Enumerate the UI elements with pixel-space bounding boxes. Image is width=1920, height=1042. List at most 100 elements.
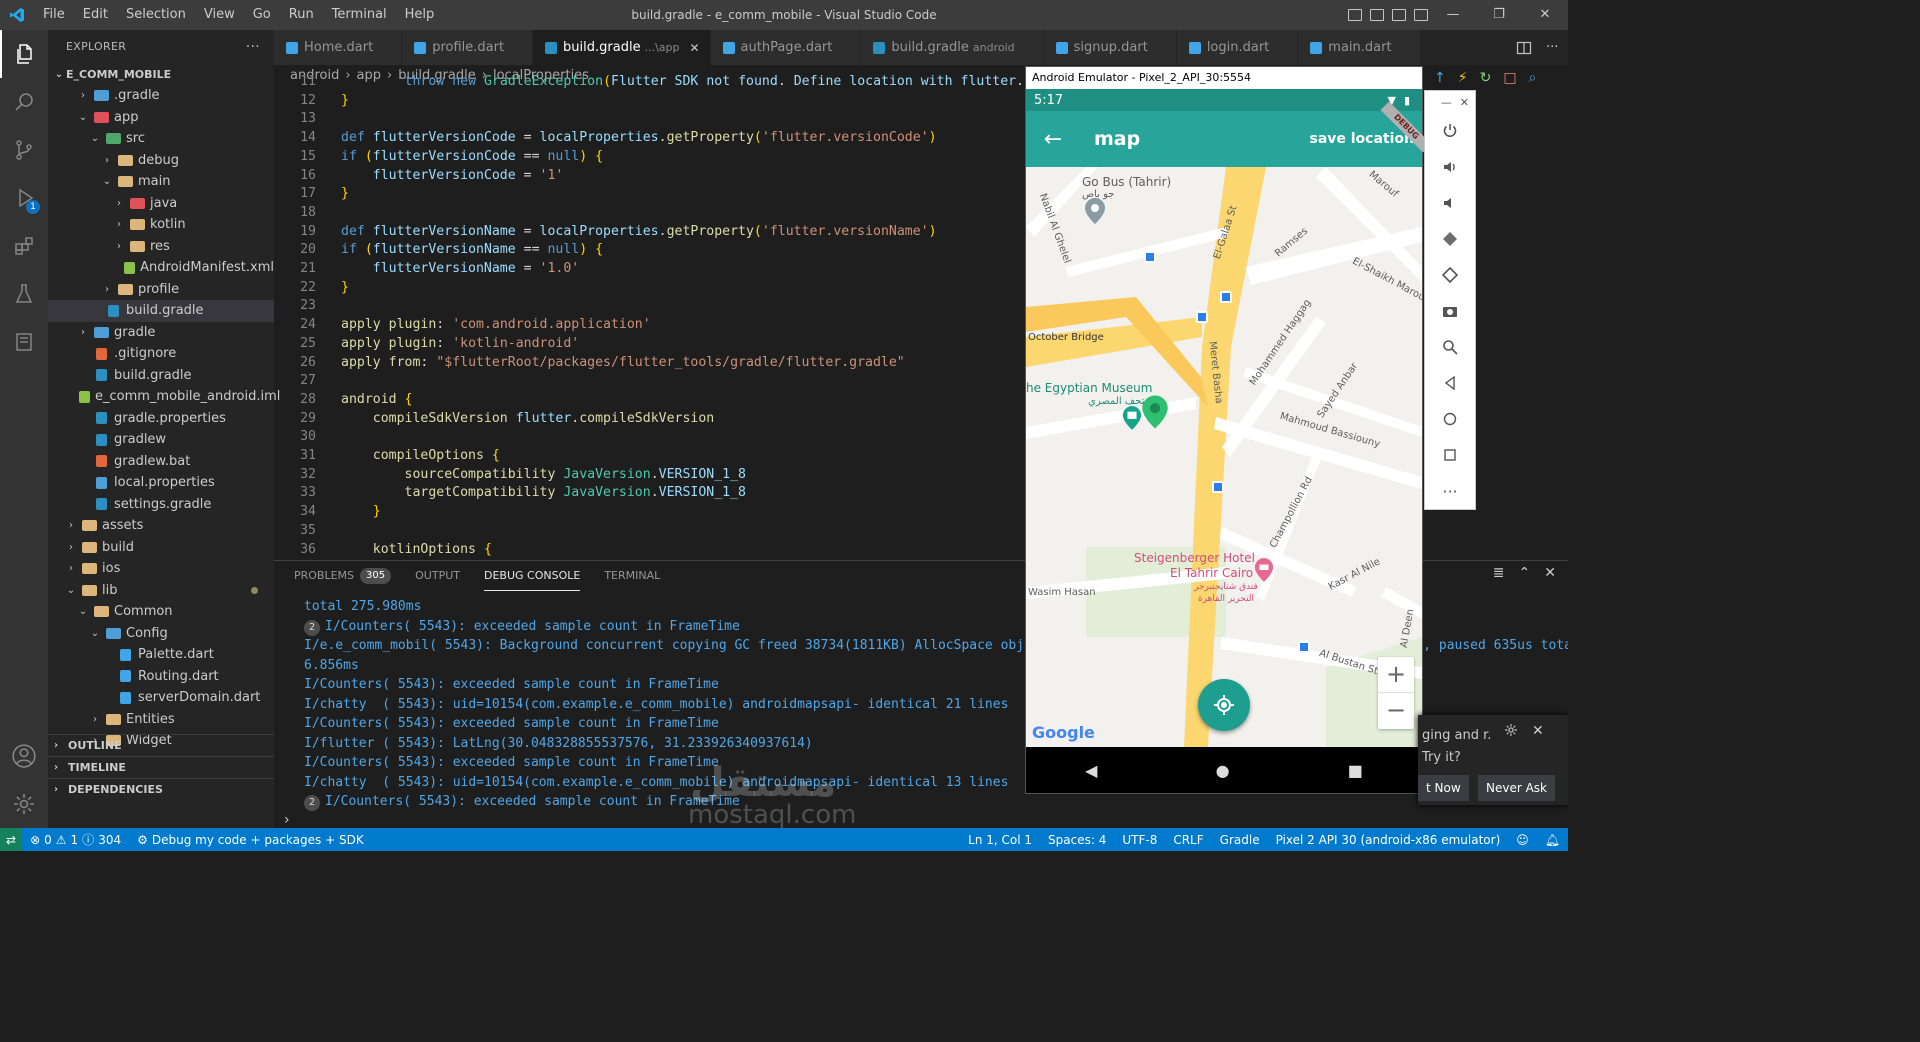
- tree-item[interactable]: Palette.dart: [48, 644, 274, 666]
- editor-tab[interactable]: main.dart: [1298, 30, 1421, 65]
- manage-gear-icon[interactable]: [0, 780, 48, 828]
- zoom-in-button[interactable]: +: [1378, 657, 1414, 693]
- testing-icon[interactable]: [0, 270, 48, 318]
- tree-item[interactable]: Routing.dart: [48, 666, 274, 688]
- menu-run[interactable]: Run: [280, 0, 323, 30]
- selected-location-marker-icon[interactable]: [1141, 393, 1169, 431]
- menu-go[interactable]: Go: [244, 0, 280, 30]
- tree-item[interactable]: › profile: [48, 279, 274, 301]
- map-pin-icon[interactable]: [1084, 197, 1106, 225]
- code-editor[interactable]: 11 throw new GradleException(Flutter SDK…: [274, 75, 1026, 558]
- never-ask-button[interactable]: Never Ask: [1478, 775, 1556, 801]
- tree-item[interactable]: ⌄ Config: [48, 623, 274, 645]
- nav-back-icon[interactable]: ◀: [1085, 761, 1097, 780]
- step-out-icon[interactable]: ↑: [1434, 70, 1446, 86]
- menu-selection[interactable]: Selection: [117, 0, 195, 30]
- home-icon[interactable]: [1425, 401, 1475, 437]
- tree-item[interactable]: ⌄ main: [48, 171, 274, 193]
- tree-item[interactable]: build.gradle: [48, 300, 274, 322]
- split-editor-icon[interactable]: [1516, 40, 1532, 56]
- explorer-more-button[interactable]: ···: [246, 39, 260, 55]
- run-debug-icon[interactable]: 1: [0, 174, 48, 222]
- tree-item[interactable]: › ios: [48, 558, 274, 580]
- zoom-icon[interactable]: [1425, 329, 1475, 365]
- line-ending[interactable]: CRLF: [1165, 833, 1211, 847]
- editor-tab[interactable]: profile.dart: [402, 30, 534, 65]
- notification-settings-icon[interactable]: [1504, 723, 1518, 741]
- tree-item[interactable]: gradlew.bat: [48, 451, 274, 473]
- overview-icon[interactable]: [1425, 437, 1475, 473]
- editor-tab[interactable]: build.gradle android: [861, 30, 1044, 65]
- section-timeline[interactable]: › TIMELINE: [48, 756, 274, 778]
- notifications-bell-icon[interactable]: 🔔︎: [1537, 833, 1568, 847]
- editor-tab[interactable]: signup.dart: [1043, 30, 1177, 65]
- camera-icon[interactable]: [1425, 293, 1475, 329]
- menu-help[interactable]: Help: [396, 0, 444, 30]
- minimize-icon[interactable]: —: [1441, 96, 1452, 109]
- language-mode[interactable]: Gradle: [1212, 833, 1268, 847]
- tree-item[interactable]: AndroidManifest.xml: [48, 257, 274, 279]
- save-location-button[interactable]: save location: [1309, 131, 1414, 147]
- toggle-sidebar-icon[interactable]: [1348, 9, 1362, 21]
- tree-item[interactable]: build.gradle: [48, 365, 274, 387]
- device-selector[interactable]: Pixel 2 API 30 (android-x86 emulator): [1268, 833, 1509, 847]
- tree-item[interactable]: gradlew: [48, 429, 274, 451]
- my-location-button[interactable]: [1198, 679, 1250, 731]
- hot-reload-icon[interactable]: ⚡: [1458, 70, 1468, 86]
- panel-tab[interactable]: OUTPUT: [415, 561, 460, 591]
- tree-item[interactable]: › debug: [48, 150, 274, 172]
- tree-item[interactable]: › java: [48, 193, 274, 215]
- close-icon[interactable]: ✕: [1460, 96, 1469, 109]
- panel-tab[interactable]: TERMINAL: [604, 561, 660, 591]
- back-icon[interactable]: [1425, 365, 1475, 401]
- editor-tab[interactable]: Home.dart: [274, 30, 403, 65]
- tree-item[interactable]: › kotlin: [48, 214, 274, 236]
- panel-tab[interactable]: PROBLEMS 305: [294, 561, 392, 591]
- tree-item[interactable]: .gitignore: [48, 343, 274, 365]
- minimize-icon[interactable]: —: [1430, 0, 1476, 30]
- tree-item[interactable]: ⌄ src: [48, 128, 274, 150]
- account-icon[interactable]: [0, 732, 48, 780]
- tree-item[interactable]: › assets: [48, 515, 274, 537]
- tree-item[interactable]: gradle.properties: [48, 408, 274, 430]
- extensions-icon[interactable]: [0, 222, 48, 270]
- encoding[interactable]: UTF-8: [1114, 833, 1165, 847]
- console-input[interactable]: ›: [284, 812, 290, 828]
- hotel-pin-icon[interactable]: [1254, 557, 1274, 583]
- problems-status[interactable]: ⊗ 0 ⚠ 1 ⓘ 304: [22, 831, 129, 848]
- tree-item[interactable]: › .gradle: [48, 85, 274, 107]
- remote-indicator[interactable]: ⇄: [0, 828, 23, 851]
- tree-item[interactable]: e_comm_mobile_android.iml: [48, 386, 280, 408]
- close-icon[interactable]: ✕: [1522, 0, 1568, 30]
- cursor-position[interactable]: Ln 1, Col 1: [960, 833, 1040, 847]
- tree-item[interactable]: local.properties: [48, 472, 274, 494]
- menu-file[interactable]: File: [34, 0, 74, 30]
- source-control-icon[interactable]: [0, 126, 48, 174]
- clear-console-icon[interactable]: ≣: [1493, 565, 1505, 581]
- maximize-panel-icon[interactable]: ⌃: [1519, 565, 1531, 581]
- rotate-right-icon[interactable]: [1425, 257, 1475, 293]
- nav-home-icon[interactable]: ●: [1216, 761, 1230, 780]
- section-dependencies[interactable]: › DEPENDENCIES: [48, 778, 274, 800]
- more-options-icon[interactable]: ···: [1425, 473, 1475, 509]
- panel-tab[interactable]: DEBUG CONSOLE: [483, 561, 581, 591]
- editor-tab[interactable]: login.dart: [1176, 30, 1299, 65]
- minimap[interactable]: [1476, 90, 1568, 560]
- stop-icon[interactable]: □: [1503, 70, 1516, 86]
- hot-restart-icon[interactable]: ↻: [1480, 70, 1492, 86]
- tree-item[interactable]: › Entities: [48, 709, 274, 731]
- menu-edit[interactable]: Edit: [74, 0, 117, 30]
- volume-down-icon[interactable]: [1425, 185, 1475, 221]
- more-actions-icon[interactable]: ···: [1546, 40, 1558, 55]
- editor-tab[interactable]: build.gradle ...\app ✕: [533, 30, 711, 65]
- volume-up-icon[interactable]: [1425, 149, 1475, 185]
- try-now-button[interactable]: t Now: [1418, 775, 1469, 801]
- search-icon[interactable]: [0, 78, 48, 126]
- close-panel-icon[interactable]: ✕: [1544, 565, 1556, 581]
- museum-pin-icon[interactable]: [1122, 405, 1142, 431]
- nav-recents-icon[interactable]: ■: [1348, 761, 1363, 780]
- back-arrow-icon[interactable]: ←: [1026, 127, 1080, 152]
- devtools-icon[interactable]: ⌕: [1529, 70, 1537, 86]
- editor-tab[interactable]: authPage.dart: [710, 30, 862, 65]
- tree-item[interactable]: ⌄ Common: [48, 601, 274, 623]
